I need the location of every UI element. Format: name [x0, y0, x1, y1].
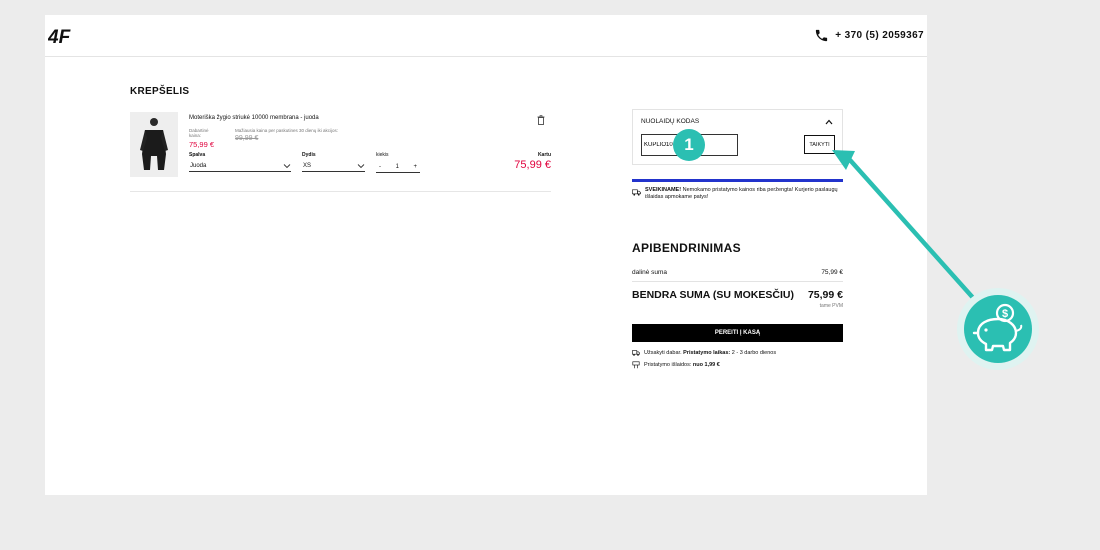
truck-icon	[632, 350, 640, 356]
discount-title[interactable]: NUOLAIDŲ KODAS	[641, 118, 699, 125]
svg-text:4F: 4F	[48, 27, 72, 45]
divider	[632, 281, 843, 282]
qty-plus-button[interactable]: +	[413, 164, 417, 170]
color-select[interactable]: Juoda	[189, 160, 291, 172]
summary-title: APIBENDRINIMAS	[632, 241, 741, 255]
top-bar: 4F + 370 (5) 2059367	[45, 15, 927, 57]
phone-icon	[816, 29, 828, 42]
delivery-cost-label: Pristatymo išlaidos:	[644, 362, 692, 368]
delivery-time-info: Užsakyti dabar. Pristatymo laikas: 2 - 3…	[632, 349, 776, 357]
delivery-cost-icon	[632, 361, 640, 369]
truck-icon	[632, 189, 641, 196]
current-price: 75,99 €	[189, 140, 215, 149]
delivery-time-label: Pristatymo laikas:	[683, 350, 731, 356]
discount-code-panel: NUOLAIDŲ KODAS TAIKYTI	[632, 109, 843, 165]
delivery-prefix: Užsakyti dabar.	[644, 350, 682, 356]
free-shipping-progress-bar	[632, 179, 843, 182]
current-price-label: Dabartinė kaina:	[189, 128, 209, 138]
lowest-price-label: Mažiausia kaina per paskutines 30 dienų …	[235, 128, 339, 133]
apply-discount-button[interactable]: TAIKYTI	[804, 135, 835, 154]
delivery-time-value: 2 - 3 darbo dienos	[731, 350, 777, 356]
size-select[interactable]: XS	[302, 160, 365, 172]
product-name[interactable]: Moteriška žygio striukė 10000 membrana -…	[189, 115, 319, 121]
grand-total-row: BENDRA SUMA (SU MOKESČIU) 75,99 €	[632, 289, 843, 301]
grand-total-value: 75,99 €	[807, 289, 843, 301]
phone-contact[interactable]: + 370 (5) 2059367	[814, 28, 924, 43]
shipping-congrats: SVEIKINAME!	[645, 187, 682, 193]
product-image[interactable]	[130, 112, 178, 177]
chevron-down-icon	[283, 163, 291, 168]
cart-title: KREPŠELIS	[130, 86, 190, 97]
free-shipping-message: SVEIKINAME! Nemokamo pristatymo kainos r…	[632, 187, 852, 201]
checkout-button[interactable]: PEREITI Į KASĄ	[632, 324, 843, 342]
total-label: Kartu	[537, 152, 551, 158]
old-price: 99,99 €	[235, 135, 259, 142]
item-total-price: 75,99 €	[514, 159, 551, 171]
cart-item: Moteriška žygio striukė 10000 membrana -…	[130, 112, 551, 192]
piggy-bank-icon: $	[964, 295, 1032, 363]
logo-4f[interactable]: 4F	[48, 27, 84, 45]
qty-value[interactable]: 1	[396, 164, 399, 170]
svg-text:$: $	[1002, 308, 1008, 320]
size-value: XS	[303, 162, 312, 169]
vat-note: tame PVM	[819, 303, 843, 309]
subtotal-row: dalinė suma 75,99 €	[632, 269, 843, 276]
chevron-up-icon[interactable]	[825, 119, 833, 125]
color-value: Juoda	[190, 162, 207, 169]
phone-number: + 370 (5) 2059367	[835, 30, 924, 41]
grand-total-label: BENDRA SUMA (SU MOKESČIU)	[632, 289, 794, 301]
subtotal-label: dalinė suma	[632, 269, 668, 276]
delivery-cost-info: Pristatymo išlaidos: nuo 1,99 €	[632, 361, 720, 369]
chevron-down-icon	[357, 163, 365, 168]
page: 4F + 370 (5) 2059367 KREPŠELIS Moteriška…	[45, 15, 927, 495]
trash-icon[interactable]	[537, 115, 545, 125]
subtotal-value: 75,99 €	[821, 269, 843, 276]
step-badge: 1	[673, 129, 705, 161]
color-label: Spalva	[189, 152, 206, 158]
delivery-cost-value: nuo 1,99 €	[692, 362, 720, 368]
size-label: Dydis	[302, 152, 316, 158]
qty-minus-button[interactable]: -	[379, 164, 381, 170]
quantity-stepper: - 1 +	[376, 161, 420, 173]
qty-label: kiekis	[376, 152, 389, 158]
